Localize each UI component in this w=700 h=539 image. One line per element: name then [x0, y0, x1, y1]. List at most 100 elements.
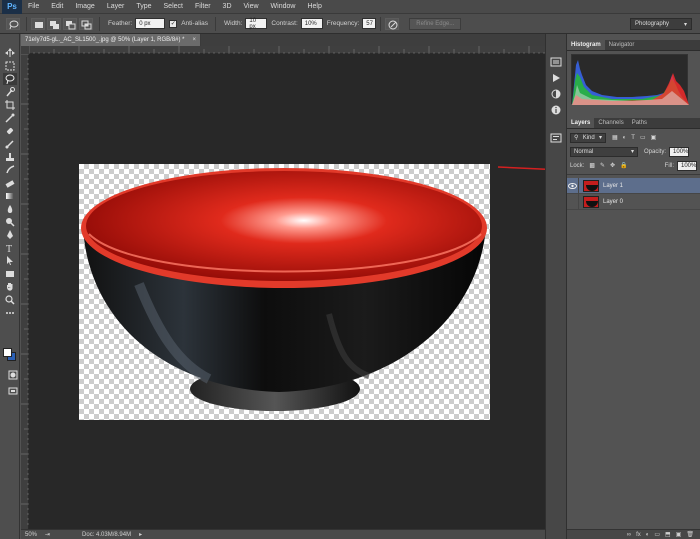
menu-image[interactable]: Image	[69, 3, 100, 10]
magnetic-lasso-tool-icon[interactable]	[3, 73, 17, 85]
healing-brush-tool-icon[interactable]	[3, 125, 17, 137]
menu-edit[interactable]: Edit	[45, 3, 69, 10]
eraser-tool-icon[interactable]	[3, 177, 17, 189]
layer-mask-icon[interactable]: ▭	[654, 531, 660, 538]
new-layer-icon[interactable]: ▣	[676, 531, 682, 538]
menu-filter[interactable]: Filter	[189, 3, 217, 10]
history-brush-tool-icon[interactable]	[3, 164, 17, 176]
magnetic-lasso-preset-icon[interactable]	[6, 17, 20, 30]
menu-window[interactable]: Window	[265, 3, 302, 10]
chevron-down-icon: ▾	[598, 135, 602, 141]
layer-filter-row: ⚲ Kind ▾ ▦ ◐ T ▭ ▣	[570, 132, 697, 143]
eye-icon[interactable]	[567, 177, 579, 194]
close-icon[interactable]: ×	[192, 37, 196, 43]
type-tool-icon[interactable]: T	[3, 242, 17, 254]
lock-position-icon[interactable]: ✥	[610, 162, 615, 169]
options-bar: Feather: 0 px ✓ Anti-alias Width: 10 px …	[0, 14, 700, 34]
shape-filter-icon[interactable]: ▭	[640, 134, 646, 141]
tablet-pressure-icon[interactable]	[385, 17, 400, 30]
foreground-color-swatch[interactable]	[3, 348, 12, 357]
layer-name[interactable]: Layer 0	[603, 199, 623, 205]
subtract-selection-icon[interactable]	[63, 17, 77, 30]
eyedropper-tool-icon[interactable]	[3, 112, 17, 124]
bowl-image[interactable]	[79, 164, 490, 420]
menu-select[interactable]: Select	[158, 3, 189, 10]
crop-tool-icon[interactable]	[3, 99, 17, 111]
lock-transparent-icon[interactable]: ▩	[589, 162, 595, 169]
kind-filter-dropdown[interactable]: ⚲ Kind ▾	[570, 132, 606, 143]
marquee-tool-icon[interactable]	[3, 60, 17, 72]
new-group-icon[interactable]: ⬒	[665, 531, 671, 538]
antialias-checkbox[interactable]: ✓	[169, 19, 178, 28]
move-tool-icon[interactable]	[3, 47, 17, 59]
blend-mode-label: Normal	[574, 148, 594, 155]
eye-icon[interactable]	[567, 193, 579, 210]
menu-file[interactable]: File	[22, 3, 45, 10]
path-selection-tool-icon[interactable]	[3, 255, 17, 267]
history-panel-icon[interactable]	[549, 56, 563, 68]
menu-view[interactable]: View	[238, 3, 265, 10]
info-panel-icon[interactable]	[549, 104, 563, 116]
gradient-tool-icon[interactable]	[3, 190, 17, 202]
screen-mode-icon[interactable]	[6, 385, 20, 397]
menu-bar: Ps File Edit Image Layer Type Select Fil…	[0, 0, 700, 14]
menu-layer[interactable]: Layer	[101, 3, 131, 10]
export-icon[interactable]: ⇥	[45, 531, 50, 538]
add-selection-icon[interactable]	[47, 17, 61, 30]
adjustments-panel-icon[interactable]	[549, 88, 563, 100]
frequency-input[interactable]: 57	[362, 18, 377, 29]
dodge-tool-icon[interactable]	[3, 216, 17, 228]
new-selection-icon[interactable]	[31, 17, 45, 30]
document-tab[interactable]: 71eIy7d5-gL._AC_SL1500_.jpg @ 50% (Layer…	[21, 34, 201, 46]
layer-row[interactable]: Layer 1	[567, 177, 700, 194]
tab-channels[interactable]: Channels	[594, 118, 627, 128]
layer-style-icon[interactable]: fx	[636, 532, 641, 538]
zoom-tool-icon[interactable]	[3, 294, 17, 306]
tab-navigator[interactable]: Navigator	[605, 40, 639, 50]
layer-row[interactable]: Layer 0	[567, 193, 700, 210]
menu-3d[interactable]: 3D	[217, 3, 238, 10]
width-input[interactable]: 10 px	[245, 18, 268, 30]
opacity-input[interactable]: 100%	[669, 146, 690, 157]
lock-all-icon[interactable]: 🔒	[620, 162, 627, 169]
chevron-right-icon[interactable]: ▸	[139, 531, 142, 538]
rectangle-tool-icon[interactable]	[3, 268, 17, 280]
trash-icon[interactable]: 🗑	[686, 531, 694, 538]
properties-panel-icon[interactable]	[549, 132, 563, 144]
horizontal-ruler[interactable]	[28, 46, 545, 54]
contrast-input[interactable]: 10%	[300, 18, 323, 29]
quick-selection-tool-icon[interactable]	[3, 86, 17, 98]
blend-row: Normal ▾ Opacity: 100%	[570, 146, 697, 157]
feather-input[interactable]: 0 px	[135, 18, 166, 29]
fill-input[interactable]: 100%	[677, 160, 697, 171]
clone-stamp-tool-icon[interactable]	[3, 151, 17, 163]
pixel-filter-icon[interactable]: ▦	[612, 134, 618, 141]
actions-panel-icon[interactable]	[549, 72, 563, 84]
menu-help[interactable]: Help	[301, 3, 327, 10]
hand-tool-icon[interactable]	[3, 281, 17, 293]
more-tools-icon[interactable]	[3, 307, 17, 319]
brush-tool-icon[interactable]	[3, 138, 17, 150]
pen-tool-icon[interactable]	[3, 229, 17, 241]
blend-mode-dropdown[interactable]: Normal ▾	[570, 146, 638, 157]
refine-edge-button[interactable]: Refine Edge...	[409, 17, 462, 30]
layer-name[interactable]: Layer 1	[603, 183, 623, 189]
tab-layers[interactable]: Layers	[567, 118, 595, 128]
chevron-down-icon: ▾	[683, 21, 687, 28]
intersect-selection-icon[interactable]	[79, 17, 93, 30]
zoom-level[interactable]: 50%	[25, 532, 37, 538]
tab-histogram[interactable]: Histogram	[567, 40, 605, 50]
tab-paths[interactable]: Paths	[628, 118, 651, 128]
adjustment-filter-icon[interactable]: ◐	[623, 135, 627, 141]
adjustment-layer-icon[interactable]: ◐	[646, 532, 650, 538]
link-layers-icon[interactable]: ∞	[627, 532, 631, 538]
vertical-ruler[interactable]	[21, 53, 29, 529]
workspace-dropdown[interactable]: Photography ▾	[630, 18, 692, 30]
type-filter-icon[interactable]: T	[631, 135, 635, 141]
smart-object-filter-icon[interactable]: ▣	[651, 134, 657, 141]
search-icon: ⚲	[574, 135, 579, 141]
blur-tool-icon[interactable]	[3, 203, 17, 215]
quick-mask-icon[interactable]	[6, 369, 20, 381]
lock-pixels-icon[interactable]: ✎	[600, 162, 605, 169]
menu-type[interactable]: Type	[130, 3, 157, 10]
